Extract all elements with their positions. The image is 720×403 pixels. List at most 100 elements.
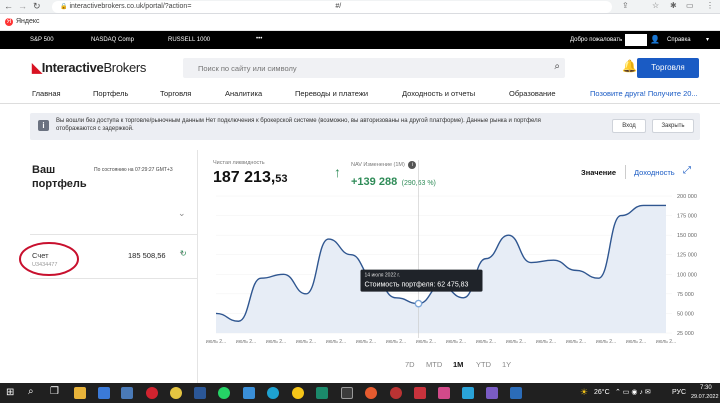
reload-icon[interactable]: ↻ bbox=[33, 1, 41, 12]
x-tick-label: июль 2... bbox=[536, 339, 556, 345]
bookmarks-bar: Я Яндекс bbox=[0, 14, 720, 31]
nav-education[interactable]: Образование bbox=[509, 89, 556, 98]
y-tick-label: 75 000 bbox=[677, 292, 694, 298]
site-search[interactable]: ⌕ bbox=[183, 58, 565, 78]
chart-area-fill bbox=[216, 205, 666, 333]
star-icon[interactable]: ☆ bbox=[652, 1, 659, 10]
bell-icon[interactable]: 🔔 bbox=[622, 59, 637, 73]
app-icon-8[interactable] bbox=[510, 387, 522, 399]
x-tick-label: июль 2... bbox=[236, 339, 256, 345]
search-icon[interactable]: ⌕ bbox=[554, 61, 560, 72]
trade-button[interactable]: Торговля bbox=[637, 58, 699, 78]
range-button-1m[interactable]: 1M bbox=[453, 360, 463, 369]
app-icon-6[interactable] bbox=[462, 387, 474, 399]
ticker-nasdaq[interactable]: NASDAQ Comp bbox=[91, 37, 134, 43]
app-icon-1[interactable] bbox=[316, 387, 328, 399]
app-icon-7[interactable] bbox=[486, 387, 498, 399]
menu-icon[interactable]: ⋮ bbox=[706, 1, 714, 10]
bookmark-yandex[interactable]: Яндекс bbox=[16, 18, 40, 25]
y-tick-label: 125 000 bbox=[677, 253, 697, 259]
nav-reports[interactable]: Доходность и отчеты bbox=[402, 89, 475, 98]
back-icon[interactable]: ← bbox=[4, 1, 13, 11]
temperature: 26°C bbox=[594, 389, 610, 396]
edge-icon[interactable] bbox=[267, 387, 279, 399]
yandex-browser-icon[interactable] bbox=[292, 387, 304, 399]
clock-time: 7:30 bbox=[700, 385, 712, 391]
y-tick-label: 100 000 bbox=[677, 272, 697, 278]
x-tick-label: июль 2... bbox=[656, 339, 676, 345]
nav-home[interactable]: Главная bbox=[32, 89, 61, 98]
weather-icon[interactable]: ☀ bbox=[580, 387, 588, 398]
tray-icons[interactable]: ⌃ ▭ ◉ ♪ ✉ bbox=[615, 388, 651, 396]
ticker-sp500[interactable]: S&P 500 bbox=[30, 37, 54, 43]
help-link[interactable]: Справка bbox=[667, 37, 691, 43]
task-view-icon[interactable]: ❐ bbox=[50, 386, 59, 397]
portfolio-value-chart: 25 000 50 000 75 000 100 000 125 000 150 000 1… bbox=[206, 160, 697, 345]
clock-date: 29.07.2022 bbox=[691, 394, 719, 400]
tooltip-value: Стоимость портфеля: 62 475,83 bbox=[365, 282, 469, 289]
logo-mark-icon: ◣ bbox=[32, 60, 42, 75]
app-icon-4[interactable] bbox=[414, 387, 426, 399]
tooltip-date: 14 июля 2022 г. bbox=[365, 273, 401, 279]
welcome-text: Добро пожаловать bbox=[570, 37, 623, 43]
y-tick-label: 150 000 bbox=[677, 233, 697, 239]
x-tick-label: июль 2... bbox=[206, 339, 226, 345]
app-icon-3[interactable] bbox=[390, 387, 402, 399]
main-nav: Главная Портфель Торговля Аналитика Пере… bbox=[0, 87, 720, 104]
range-button-ytd[interactable]: YTD bbox=[476, 360, 491, 369]
close-button[interactable]: Закрыть bbox=[652, 119, 694, 133]
x-tick-label: июль 2... bbox=[476, 339, 496, 345]
search-input[interactable] bbox=[183, 58, 565, 78]
x-tick-label: июль 2... bbox=[416, 339, 436, 345]
url-text: interactivebrokers.co.uk/portal/?action= bbox=[69, 3, 192, 10]
range-button-1y[interactable]: 1Y bbox=[502, 360, 511, 369]
chrome-icon[interactable] bbox=[170, 387, 182, 399]
y-tick-label: 175 000 bbox=[677, 214, 697, 220]
forward-icon[interactable]: → bbox=[18, 1, 27, 11]
share-icon[interactable]: ⇪ bbox=[622, 1, 629, 10]
lock-icon: 🔒 bbox=[60, 4, 68, 10]
nav-analytics[interactable]: Аналитика bbox=[225, 89, 262, 98]
window-icon[interactable]: ▭ bbox=[686, 1, 694, 10]
taskbar-search-icon[interactable]: ⌕ bbox=[28, 386, 34, 397]
windows-taskbar: ⊞ ⌕ ❐ ☀ 26°C ⌃ ▭ ◉ ♪ ✉ РУС 7:30 29.07.20… bbox=[0, 383, 720, 403]
store-icon[interactable] bbox=[98, 387, 110, 399]
photos-icon[interactable] bbox=[243, 387, 255, 399]
whatsapp-icon[interactable] bbox=[218, 387, 230, 399]
ticker-russell[interactable]: RUSSELL 1000 bbox=[168, 37, 210, 43]
notice-text: Вы вошли без доступа к торговле/рыночным… bbox=[56, 118, 541, 132]
app-icon-5[interactable] bbox=[438, 387, 450, 399]
nav-transfers[interactable]: Переводы и платежи bbox=[295, 89, 368, 98]
range-button-mtd[interactable]: MTD bbox=[426, 360, 442, 369]
mail-icon[interactable] bbox=[121, 387, 133, 399]
dropdown-icon[interactable]: ▾ bbox=[706, 36, 709, 43]
nav-trade[interactable]: Торговля bbox=[160, 89, 191, 98]
login-button[interactable]: Вход bbox=[612, 119, 646, 133]
explorer-icon[interactable] bbox=[74, 387, 86, 399]
app-icon-2[interactable] bbox=[365, 387, 377, 399]
x-tick-label: июль 2... bbox=[386, 339, 406, 345]
terminal-icon[interactable] bbox=[341, 387, 353, 399]
y-tick-label: 200 000 bbox=[677, 194, 697, 200]
ib-logo[interactable]: ◣InteractiveBrokers bbox=[32, 60, 146, 76]
language-indicator[interactable]: РУС bbox=[672, 389, 686, 396]
portfolio-section: Ваш портфель По состоянию на 07:29:27 GM… bbox=[0, 150, 720, 383]
yandex-icon: Я bbox=[5, 18, 13, 26]
opera-icon[interactable] bbox=[146, 387, 158, 399]
y-tick-label: 50 000 bbox=[677, 311, 694, 317]
ticker-more[interactable]: ••• bbox=[256, 36, 262, 42]
extension-icon[interactable]: ✱ bbox=[670, 1, 677, 10]
nav-portfolio[interactable]: Портфель bbox=[93, 89, 128, 98]
x-tick-label: июль 2... bbox=[596, 339, 616, 345]
notice-banner: i Вы вошли без доступа к торговле/рыночн… bbox=[30, 113, 700, 140]
browser-toolbar: ← → ↻ 🔒 interactivebrokers.co.uk/portal/… bbox=[0, 0, 720, 14]
user-icon[interactable]: 👤 bbox=[650, 35, 660, 44]
site-header: ◣InteractiveBrokers ⌕ 🔔 Торговля bbox=[0, 49, 720, 87]
windows-start-icon[interactable]: ⊞ bbox=[6, 387, 14, 398]
range-button-7d[interactable]: 7D bbox=[405, 360, 415, 369]
nav-promo[interactable]: Позовите друга! Получите 20... bbox=[590, 89, 698, 98]
address-bar[interactable]: 🔒 interactivebrokers.co.uk/portal/?actio… bbox=[52, 1, 612, 13]
x-tick-label: июль 2... bbox=[296, 339, 316, 345]
ticker-bar: S&P 500 NASDAQ Comp RUSSELL 1000 ••• Доб… bbox=[0, 31, 720, 49]
word-icon[interactable] bbox=[194, 387, 206, 399]
